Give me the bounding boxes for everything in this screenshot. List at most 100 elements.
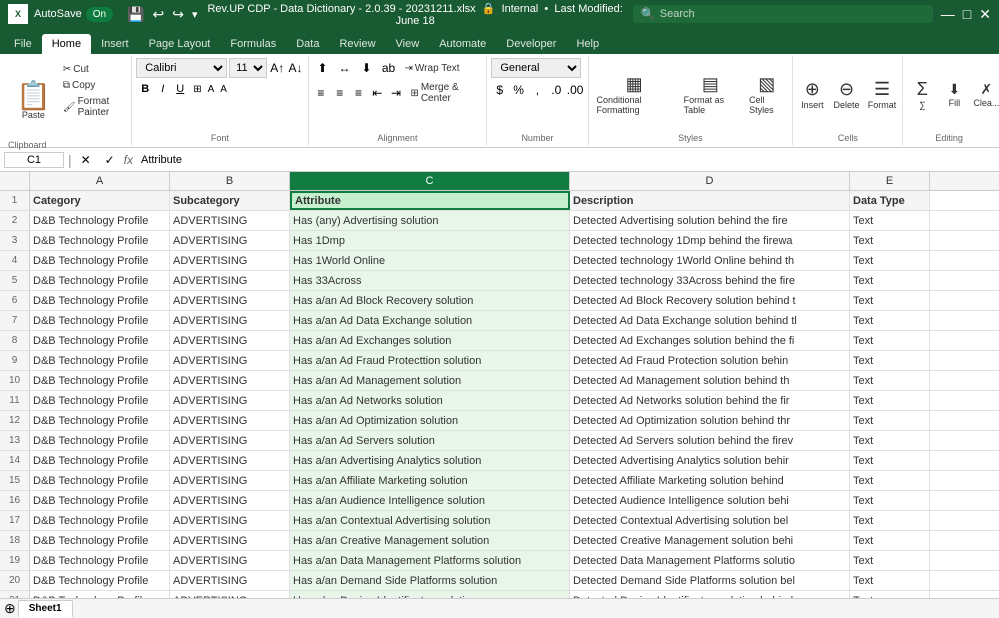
list-item[interactable]: Has a/an Ad Block Recovery solution: [290, 291, 570, 310]
list-item[interactable]: Detected Ad Networks solution behind the…: [570, 391, 850, 410]
list-item[interactable]: ADVERTISING: [170, 371, 290, 390]
font-family-select[interactable]: Calibri: [136, 58, 227, 78]
list-item[interactable]: Text: [850, 411, 930, 430]
underline-button[interactable]: U: [171, 80, 189, 98]
list-item[interactable]: ADVERTISING: [170, 471, 290, 490]
list-item[interactable]: Text: [850, 231, 930, 250]
undo-icon[interactable]: ↩: [152, 6, 164, 23]
list-item[interactable]: Detected technology 1Dmp behind the fire…: [570, 231, 850, 250]
list-item[interactable]: Detected Ad Management solution behind t…: [570, 371, 850, 390]
orientation-icon[interactable]: ab: [379, 58, 399, 78]
align-bottom-icon[interactable]: ⬇: [357, 58, 377, 78]
list-item[interactable]: D&B Technology Profile: [30, 391, 170, 410]
list-item[interactable]: Text: [850, 211, 930, 230]
list-item[interactable]: Detected technology 33Across behind the …: [570, 271, 850, 290]
tab-file[interactable]: File: [4, 34, 42, 54]
list-item[interactable]: Text: [850, 371, 930, 390]
comma-icon[interactable]: ,: [529, 80, 546, 100]
list-item[interactable]: Text: [850, 511, 930, 530]
list-item[interactable]: D&B Technology Profile: [30, 491, 170, 510]
decrease-decimal-icon[interactable]: .0: [548, 80, 565, 100]
list-item[interactable]: ADVERTISING: [170, 391, 290, 410]
list-item[interactable]: D&B Technology Profile: [30, 231, 170, 250]
clear-button[interactable]: ✗ Clea...: [971, 79, 999, 110]
list-item[interactable]: D&B Technology Profile: [30, 471, 170, 490]
col-header-c[interactable]: C: [290, 172, 570, 190]
col-header-a[interactable]: A: [30, 172, 170, 190]
fill-color-button[interactable]: A: [208, 84, 215, 95]
list-item[interactable]: Text: [850, 431, 930, 450]
list-item[interactable]: D&B Technology Profile: [30, 411, 170, 430]
list-item[interactable]: Has a/an Contextual Advertising solution: [290, 511, 570, 530]
list-item[interactable]: D&B Technology Profile: [30, 251, 170, 270]
list-item[interactable]: ADVERTISING: [170, 311, 290, 330]
tab-help[interactable]: Help: [566, 34, 609, 54]
list-item[interactable]: ADVERTISING: [170, 451, 290, 470]
list-item[interactable]: D&B Technology Profile: [30, 431, 170, 450]
add-sheet-icon[interactable]: ⊕: [4, 600, 16, 617]
list-item[interactable]: Detected Ad Optimization solution behind…: [570, 411, 850, 430]
tab-insert[interactable]: Insert: [91, 34, 139, 54]
list-item[interactable]: D&B Technology Profile: [30, 211, 170, 230]
list-item[interactable]: D&B Technology Profile: [30, 551, 170, 570]
list-item[interactable]: Text: [850, 251, 930, 270]
list-item[interactable]: Detected Affiliate Marketing solution be…: [570, 471, 850, 490]
list-item[interactable]: D&B Technology Profile: [30, 531, 170, 550]
list-item[interactable]: ADVERTISING: [170, 591, 290, 598]
paste-button[interactable]: 📋 Paste: [8, 58, 59, 143]
cancel-formula-icon[interactable]: ✕: [76, 150, 96, 170]
list-item[interactable]: Detected Advertising solution behind the…: [570, 211, 850, 230]
list-item[interactable]: Has a/an Ad Data Exchange solution: [290, 311, 570, 330]
list-item[interactable]: Text: [850, 391, 930, 410]
list-item[interactable]: Data Type: [850, 191, 930, 210]
list-item[interactable]: Has a/an Audience Intelligence solution: [290, 491, 570, 510]
increase-font-icon[interactable]: A↑: [269, 58, 285, 78]
col-header-b[interactable]: B: [170, 172, 290, 190]
list-item[interactable]: Text: [850, 351, 930, 370]
font-size-select[interactable]: 11: [229, 58, 267, 78]
list-item[interactable]: Text: [850, 271, 930, 290]
minimize-icon[interactable]: —: [941, 6, 955, 22]
tab-developer[interactable]: Developer: [496, 34, 566, 54]
list-item[interactable]: Detected Ad Data Exchange solution behin…: [570, 311, 850, 330]
wrap-text-button[interactable]: ⇥ Wrap Text: [401, 61, 464, 76]
conditional-formatting-button[interactable]: ▦ Conditional Formatting: [593, 72, 676, 117]
list-item[interactable]: D&B Technology Profile: [30, 511, 170, 530]
list-item[interactable]: ADVERTISING: [170, 351, 290, 370]
list-item[interactable]: ADVERTISING: [170, 551, 290, 570]
percent-icon[interactable]: %: [510, 80, 527, 100]
list-item[interactable]: Has 33Across: [290, 271, 570, 290]
list-item[interactable]: Detected Ad Servers solution behind the …: [570, 431, 850, 450]
tab-data[interactable]: Data: [286, 34, 329, 54]
cell-reference[interactable]: [4, 152, 64, 168]
list-item[interactable]: Has a/an Ad Optimization solution: [290, 411, 570, 430]
list-item[interactable]: Has 1World Online: [290, 251, 570, 270]
bold-button[interactable]: B: [136, 80, 154, 98]
increase-decimal-icon[interactable]: .00: [567, 80, 584, 100]
list-item[interactable]: D&B Technology Profile: [30, 331, 170, 350]
list-item[interactable]: ADVERTISING: [170, 251, 290, 270]
list-item[interactable]: ADVERTISING: [170, 431, 290, 450]
list-item[interactable]: Has 1Dmp: [290, 231, 570, 250]
cell-styles-button[interactable]: ▧ Cell Styles: [745, 72, 788, 117]
tab-formulas[interactable]: Formulas: [220, 34, 286, 54]
list-item[interactable]: Text: [850, 531, 930, 550]
list-item[interactable]: Detected Data Management Platforms solut…: [570, 551, 850, 570]
format-painter-button[interactable]: 🖌 Format Painter: [59, 94, 127, 120]
save-icon[interactable]: 💾: [127, 6, 144, 23]
list-item[interactable]: Detected Device Identificaton solution b…: [570, 591, 850, 598]
merge-center-button[interactable]: ⊞ Merge & Center: [406, 80, 482, 106]
col-header-e[interactable]: E: [850, 172, 930, 190]
list-item[interactable]: ADVERTISING: [170, 291, 290, 310]
list-item[interactable]: Text: [850, 311, 930, 330]
list-item[interactable]: Has a/an Ad Fraud Protecttion solution: [290, 351, 570, 370]
align-left-icon[interactable]: ≡: [313, 83, 330, 103]
tab-automate[interactable]: Automate: [429, 34, 496, 54]
autosave-toggle[interactable]: On: [86, 7, 113, 22]
list-item[interactable]: Text: [850, 331, 930, 350]
list-item[interactable]: D&B Technology Profile: [30, 311, 170, 330]
list-item[interactable]: Detected Ad Fraud Protection solution be…: [570, 351, 850, 370]
list-item[interactable]: Text: [850, 571, 930, 590]
tab-view[interactable]: View: [386, 34, 430, 54]
list-item[interactable]: Detected Demand Side Platforms solution …: [570, 571, 850, 590]
